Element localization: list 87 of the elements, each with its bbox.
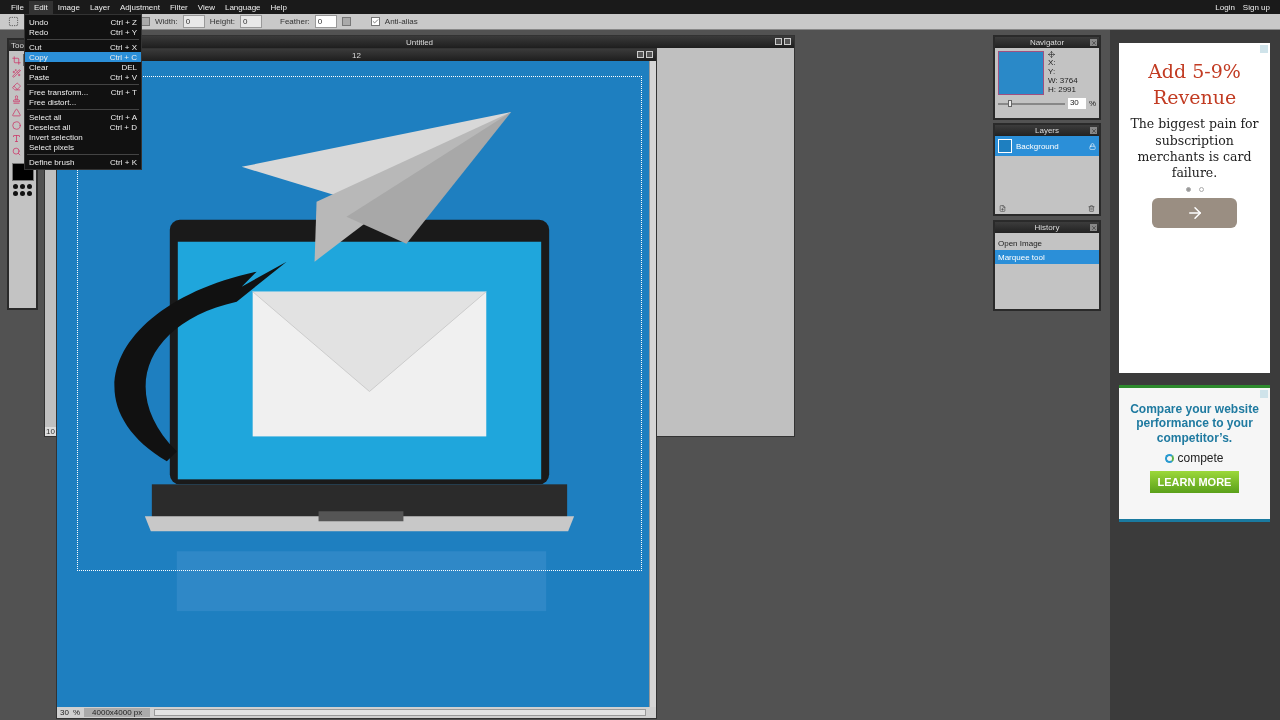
magic-wand-icon <box>11 68 21 78</box>
coordinate-label: Y: <box>1048 67 1057 76</box>
coordinate-label: X: <box>1048 58 1057 67</box>
feather-field[interactable]: 0 <box>314 15 337 28</box>
new-layer-icon[interactable] <box>999 205 1006 212</box>
zoom-value[interactable]: 30 <box>60 708 69 717</box>
carousel-dot[interactable] <box>1198 187 1204 193</box>
text-icon <box>11 133 21 143</box>
tool-button[interactable] <box>10 80 22 92</box>
scrollbar[interactable] <box>649 61 656 707</box>
menu-item[interactable]: Invert selection <box>25 132 141 142</box>
menu-item[interactable]: Select pixels <box>25 142 141 152</box>
menu-item[interactable]: Edit <box>28 0 53 14</box>
menu-item[interactable]: File <box>6 0 29 14</box>
circle-icon <box>11 120 21 130</box>
menu-item[interactable]: Select all Ctrl + A <box>25 112 141 122</box>
account-link[interactable]: Login <box>1211 2 1239 12</box>
menu-item[interactable]: Help <box>265 0 292 14</box>
maximize-button[interactable] <box>775 38 782 45</box>
layer-thumbnail <box>998 139 1012 153</box>
menu-item[interactable]: Paste Ctrl + V <box>25 72 141 82</box>
close-button[interactable] <box>1090 39 1097 46</box>
zoom-slider[interactable] <box>998 102 1065 105</box>
window-title: 12 <box>352 50 361 60</box>
marquee-icon[interactable] <box>8 16 19 27</box>
field-label: Feather: <box>280 17 310 26</box>
anti-alias-checkbox[interactable] <box>370 17 380 26</box>
field-label: Height: <box>209 17 236 26</box>
stamp-icon <box>11 94 21 104</box>
menu-item[interactable]: Image <box>52 0 85 14</box>
carousel-dot[interactable] <box>1185 187 1191 193</box>
field-label: Width: <box>155 17 178 26</box>
panel-title: History <box>1034 223 1060 232</box>
height-field[interactable]: 0 <box>240 15 263 28</box>
history-item[interactable]: Open Image <box>995 236 1099 250</box>
checkbox-label: Anti-alias <box>384 17 418 26</box>
menu-item[interactable]: Redo Ctrl + Y <box>25 27 141 37</box>
tool-button[interactable] <box>10 67 22 79</box>
menu-item[interactable]: Define brush Ctrl + K <box>25 157 141 167</box>
menu-item[interactable]: View <box>192 0 220 14</box>
tool-button[interactable] <box>10 145 22 157</box>
menu-item[interactable]: Undo Ctrl + Z <box>25 17 141 27</box>
ad-headline: Compare your website performance to your competitor’s. <box>1129 402 1260 446</box>
panel-title: Too <box>11 41 24 50</box>
width-field[interactable]: 0 <box>182 15 205 28</box>
zoom-field[interactable]: 30 <box>1067 98 1086 109</box>
ad-text: The biggest pain for subscription merchants is card failure. <box>1129 116 1260 182</box>
tool-button[interactable] <box>10 119 22 131</box>
height-value: H: 2991 <box>1048 85 1078 94</box>
image-size: 4000x4000 px <box>84 708 151 717</box>
width-value: W: 3764 <box>1048 76 1078 85</box>
scrollbar[interactable] <box>154 709 646 716</box>
zoom-value: 10 <box>45 427 56 436</box>
menu-item[interactable]: Filter <box>164 0 193 14</box>
menu-item[interactable]: Deselect all Ctrl + D <box>25 122 141 132</box>
dropdown-button[interactable] <box>341 17 351 26</box>
image-thumbnail[interactable] <box>998 51 1044 95</box>
tool-button[interactable] <box>10 106 22 118</box>
menu-item[interactable]: Layer <box>84 0 115 14</box>
close-button[interactable] <box>1090 224 1097 231</box>
next-button[interactable] <box>1152 198 1237 229</box>
ad-headline: Add 5-9% Revenue <box>1147 59 1242 110</box>
window-title: Untitled <box>405 37 434 47</box>
trash-icon[interactable] <box>1088 205 1095 212</box>
brand-name: compete <box>1177 451 1224 466</box>
close-button[interactable] <box>1090 127 1097 134</box>
zoom-unit: % <box>1088 99 1096 108</box>
menu-item[interactable]: Cut Ctrl + X <box>25 42 141 52</box>
menu-item[interactable]: Adjustment <box>114 0 165 14</box>
eraser-icon <box>11 81 21 91</box>
move-icon <box>1048 51 1055 58</box>
maximize-button[interactable] <box>637 51 644 58</box>
crop-icon <box>11 55 21 65</box>
tool-button[interactable] <box>10 93 22 105</box>
tool-button[interactable] <box>10 132 22 144</box>
ring-logo-icon <box>1165 453 1175 463</box>
menu-item[interactable]: Free distort... <box>25 97 141 107</box>
tool-button[interactable] <box>10 54 22 66</box>
zoom-unit: % <box>72 708 81 717</box>
account-link[interactable]: Sign up <box>1238 2 1274 12</box>
panel-title: Layers <box>1035 126 1059 135</box>
menu-item[interactable]: Free transform... Ctrl + T <box>25 87 141 97</box>
menu-item[interactable]: Clear DEL <box>25 62 141 72</box>
triangle-icon <box>11 107 21 117</box>
menu-item[interactable]: Language <box>219 0 266 14</box>
zoom-icon <box>11 146 21 156</box>
panel-title: Navigator <box>1029 38 1065 47</box>
